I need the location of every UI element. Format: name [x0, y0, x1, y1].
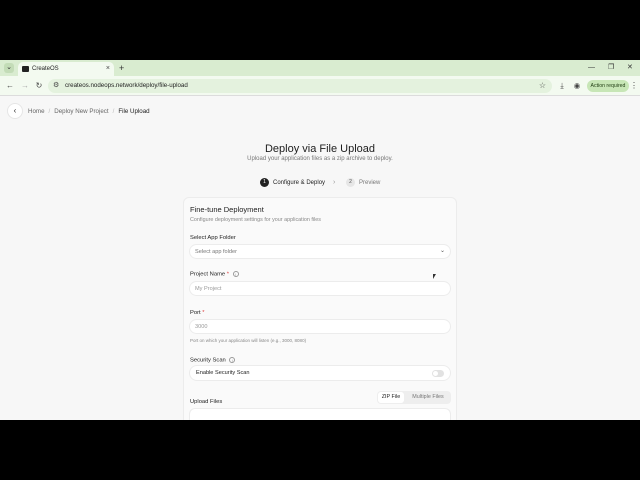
- letterbox-top: [0, 0, 640, 60]
- port-help-text: Port on which your application will list…: [190, 338, 307, 343]
- tab-multiple-files[interactable]: Multiple Files: [406, 392, 450, 403]
- tab-createos[interactable]: CreateOS ×: [18, 62, 114, 76]
- project-name-placeholder: My Project: [195, 286, 222, 292]
- page-title: Deploy via File Upload: [264, 143, 376, 155]
- letterbox-bottom: [0, 420, 640, 480]
- port-placeholder: 3000: [195, 324, 208, 330]
- download-icon[interactable]: ⤓: [556, 80, 568, 92]
- profile-icon[interactable]: ◉: [571, 80, 583, 92]
- deployment-card: Fine-tune Deployment Configure deploymen…: [183, 197, 457, 420]
- createos-favicon-icon: [22, 66, 29, 72]
- project-name-label-text: Project Name: [190, 271, 226, 278]
- enable-security-scan-label: Enable Security Scan: [196, 370, 250, 376]
- maximize-icon[interactable]: ❐: [608, 62, 614, 74]
- url-text: createos.nodeops.network/deploy/file-upl…: [65, 82, 188, 89]
- action-required-button[interactable]: Action required: [587, 80, 629, 92]
- upload-mode-switch: ZIP File Multiple Files: [377, 391, 451, 404]
- required-marker: *: [226, 271, 230, 278]
- site-info-icon[interactable]: ⚙: [53, 81, 59, 91]
- breadcrumb-file-upload: File Upload: [118, 108, 150, 115]
- security-scan-toggle[interactable]: [432, 370, 444, 377]
- upload-files-label: Upload Files: [190, 399, 223, 405]
- port-input[interactable]: 3000: [189, 319, 451, 334]
- close-icon[interactable]: ×: [106, 64, 110, 74]
- app-folder-select[interactable]: Select app folder ⌄: [189, 244, 451, 259]
- upload-dropzone[interactable]: [189, 408, 451, 420]
- new-tab-icon[interactable]: +: [119, 62, 124, 74]
- mouse-cursor-icon: [433, 274, 436, 279]
- breadcrumb: Home / Deploy New Project / File Upload: [28, 107, 150, 116]
- app-folder-label: Select App Folder: [190, 235, 236, 241]
- page-content: ‹ Home / Deploy New Project / File Upload De…: [0, 97, 640, 420]
- port-label-text: Port: [190, 310, 201, 316]
- browser-toolbar: ← → ↻ ⚙ createos.nodeops.network/deploy/…: [0, 76, 640, 96]
- chevron-right-icon: ›: [333, 179, 336, 186]
- tab-search-icon[interactable]: ⌄: [4, 63, 14, 73]
- tab-zip-file[interactable]: ZIP File: [378, 392, 404, 403]
- reload-icon[interactable]: ↻: [33, 80, 45, 92]
- chevron-down-icon: ⌄: [439, 248, 445, 254]
- address-bar[interactable]: ⚙ createos.nodeops.network/deploy/file-u…: [48, 79, 552, 93]
- step-1-number: 1: [260, 178, 269, 187]
- info-icon[interactable]: i: [229, 357, 236, 363]
- app-folder-placeholder: Select app folder: [195, 249, 237, 255]
- chevron-left-icon[interactable]: ‹: [7, 103, 23, 119]
- card-subtitle: Configure deployment settings for your a…: [190, 217, 321, 223]
- security-scan-label: Security Scan i: [190, 357, 236, 364]
- security-scan-label-text: Security Scan: [190, 357, 226, 364]
- toggle-knob: [433, 371, 438, 376]
- step-2-number: 2: [346, 178, 355, 187]
- page-subtitle: Upload your application files as a zip a…: [247, 156, 393, 162]
- window-close-icon[interactable]: ✕: [627, 62, 633, 74]
- required-marker: *: [202, 310, 205, 316]
- back-arrow-icon[interactable]: ←: [4, 80, 16, 92]
- breadcrumb-separator: /: [112, 108, 115, 115]
- security-scan-row: Enable Security Scan: [189, 365, 451, 381]
- tab-bar: ⌄ CreateOS × + — ❐ ✕: [0, 60, 640, 76]
- forward-arrow-icon[interactable]: →: [19, 80, 31, 92]
- breadcrumb-home[interactable]: Home: [28, 107, 45, 116]
- breadcrumb-deploy-new-project[interactable]: Deploy New Project: [54, 107, 108, 116]
- browser-window: ⌄ CreateOS × + — ❐ ✕ ← → ↻ ⚙ createos.no…: [0, 60, 640, 420]
- breadcrumb-separator: /: [48, 108, 51, 115]
- port-label: Port *: [190, 310, 205, 316]
- card-title: Fine-tune Deployment: [190, 205, 264, 214]
- project-name-label: Project Name * i: [190, 271, 239, 278]
- minimize-icon[interactable]: —: [588, 62, 595, 74]
- info-icon[interactable]: i: [232, 271, 239, 277]
- step-1-label: Configure & Deploy: [273, 180, 326, 186]
- more-menu-icon[interactable]: ⋮: [630, 80, 638, 92]
- bookmark-star-icon[interactable]: ☆: [539, 80, 546, 92]
- project-name-input[interactable]: My Project: [189, 281, 451, 296]
- step-2-label: Preview: [359, 180, 381, 186]
- tab-title: CreateOS: [32, 66, 59, 72]
